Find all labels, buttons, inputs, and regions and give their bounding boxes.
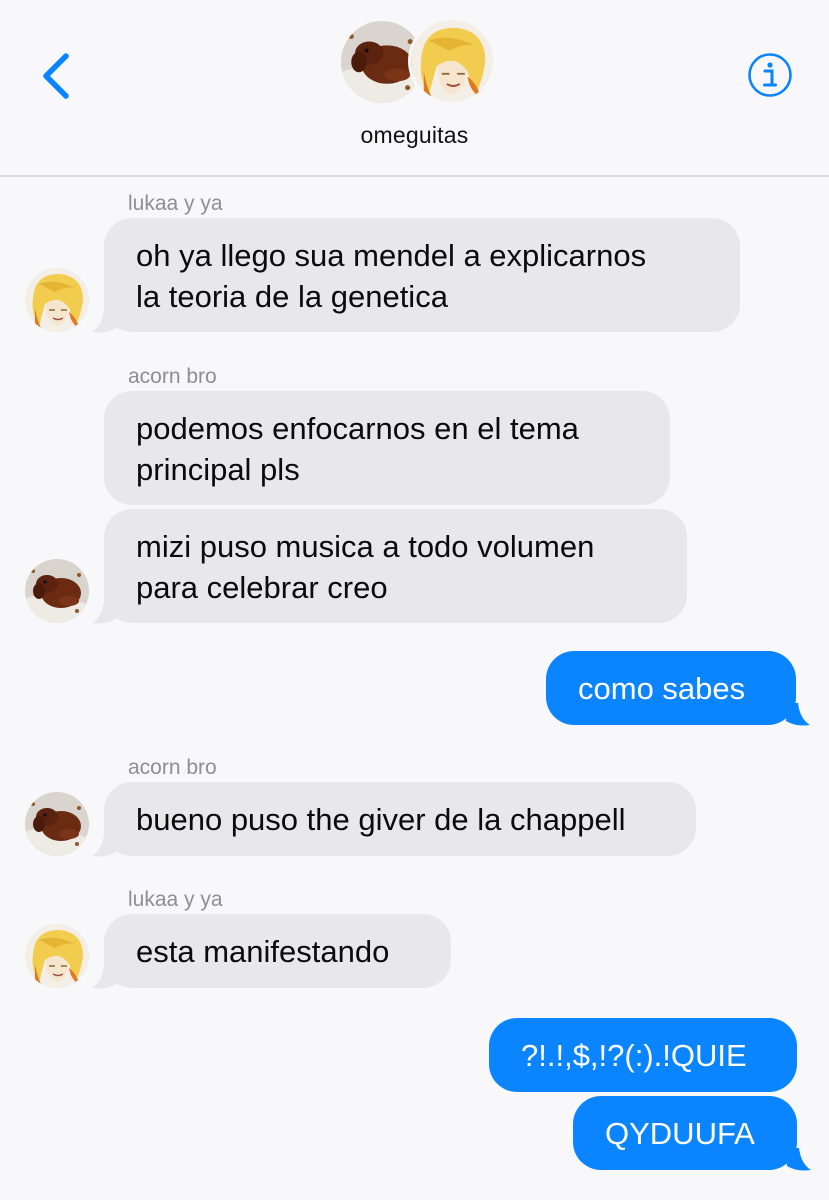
- message-line: podemos enfocarnos en el tema: [136, 411, 579, 446]
- sender-name: acorn bro: [128, 756, 217, 779]
- bubble-tail: [787, 1148, 811, 1172]
- chevron-left-icon[interactable]: [36, 48, 80, 104]
- bubble-tail: [786, 703, 810, 727]
- bubble-tail: [92, 966, 116, 990]
- sender-name: lukaa y ya: [128, 888, 223, 911]
- outgoing-message-bubble[interactable]: como sabes: [546, 651, 796, 725]
- message-line: bueno puso the giver de la chappell: [136, 802, 626, 837]
- incoming-message-bubble[interactable]: podemos enfocarnos en el tema principal …: [104, 391, 670, 505]
- info-icon[interactable]: [747, 52, 793, 98]
- message-line: la teoria de la genetica: [136, 279, 448, 314]
- message-line: oh ya llego sua mendel a explicarnos: [136, 238, 647, 273]
- outgoing-message-bubble[interactable]: ?!.!,$,!?(:).!QUIE: [489, 1018, 797, 1092]
- dog-avatar[interactable]: [25, 559, 89, 623]
- anime-avatar[interactable]: [25, 924, 89, 988]
- sender-name: lukaa y ya: [128, 192, 223, 215]
- anime-avatar: [408, 17, 496, 105]
- message-line: esta manifestando: [136, 934, 390, 969]
- anime-avatar[interactable]: [25, 268, 89, 332]
- message-line: ?!.!,$,!?(:).!QUIE: [521, 1038, 747, 1073]
- conversation-title[interactable]: omeguitas: [0, 122, 829, 149]
- group-avatars[interactable]: [338, 17, 498, 108]
- incoming-message-bubble[interactable]: oh ya llego sua mendel a explicarnos la …: [104, 218, 740, 332]
- message-line: principal pls: [136, 452, 300, 487]
- message-line: mizi puso musica a todo volumen: [136, 529, 595, 564]
- conversation-header: omeguitas: [0, 0, 829, 177]
- incoming-message-bubble[interactable]: mizi puso musica a todo volumen para cel…: [104, 509, 687, 623]
- incoming-message-bubble[interactable]: esta manifestando: [104, 914, 451, 988]
- bubble-tail: [92, 834, 116, 858]
- message-line: como sabes: [578, 671, 746, 706]
- bubble-tail: [92, 601, 116, 625]
- message-line: para celebrar creo: [136, 570, 388, 605]
- message-line: QYDUUFA: [605, 1116, 755, 1151]
- dog-avatar[interactable]: [25, 792, 89, 856]
- sender-name: acorn bro: [128, 365, 217, 388]
- bubble-tail: [92, 310, 116, 334]
- incoming-message-bubble[interactable]: bueno puso the giver de la chappell: [104, 782, 696, 856]
- outgoing-message-bubble[interactable]: QYDUUFA: [573, 1096, 797, 1170]
